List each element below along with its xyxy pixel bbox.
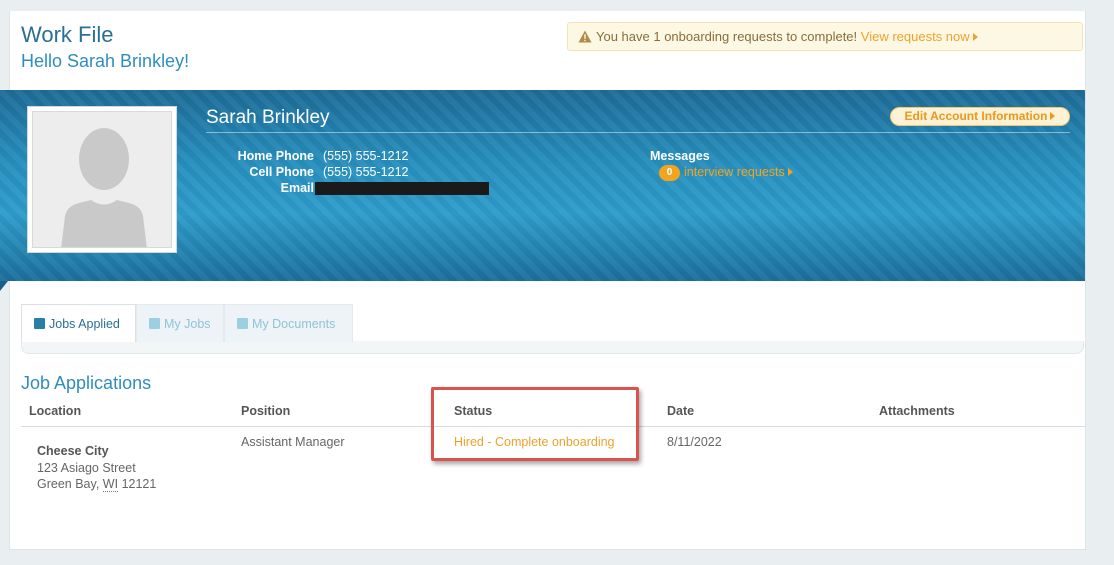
user-silhouette-icon bbox=[61, 128, 147, 247]
messages-label: Messages bbox=[650, 149, 710, 163]
edit-account-button[interactable]: Edit Account Information bbox=[890, 107, 1070, 126]
col-attachments: Attachments bbox=[879, 404, 955, 418]
page-title: Work File bbox=[21, 22, 114, 47]
tab-my-documents[interactable]: My Documents bbox=[224, 304, 353, 342]
tab-square-icon bbox=[34, 318, 45, 329]
alert-message: You have 1 onboarding requests to comple… bbox=[596, 29, 858, 44]
profile-name: Sarah Brinkley bbox=[206, 107, 330, 128]
col-location: Location bbox=[29, 404, 82, 418]
top-strip bbox=[0, 0, 1114, 4]
location-street: 123 Asiago Street bbox=[37, 461, 136, 475]
greeting: Hello Sarah Brinkley! bbox=[21, 51, 190, 71]
caret-right-icon bbox=[972, 33, 978, 41]
tab-square-icon bbox=[149, 318, 160, 329]
interview-requests-link[interactable]: interview requests bbox=[684, 165, 793, 179]
interview-count-badge: 0 bbox=[659, 165, 680, 181]
caret-right-icon bbox=[787, 168, 793, 176]
view-requests-link[interactable]: View requests now bbox=[861, 29, 978, 44]
onboarding-alert: You have 1 onboarding requests to comple… bbox=[567, 22, 1083, 51]
job-applications-title: Job Applications bbox=[21, 373, 152, 393]
warning-icon bbox=[578, 30, 592, 43]
location-city: Green Bay, WI 12121 bbox=[37, 477, 157, 492]
date-value: 8/11/2022 bbox=[667, 435, 722, 449]
email-redacted bbox=[315, 182, 489, 195]
cell-phone-value: (555) 555-1212 bbox=[323, 165, 409, 179]
banner-tail bbox=[0, 281, 8, 291]
status-highlight-box bbox=[431, 387, 639, 461]
cell-phone-label: Cell Phone bbox=[249, 165, 314, 179]
location-name: Cheese City bbox=[37, 444, 109, 458]
home-phone-label: Home Phone bbox=[237, 149, 314, 163]
tab-square-icon bbox=[237, 318, 248, 329]
col-date: Date bbox=[667, 404, 695, 418]
name-divider bbox=[206, 132, 1070, 133]
email-label: Email bbox=[280, 181, 314, 195]
tab-jobs-applied[interactable]: Jobs Applied bbox=[21, 304, 136, 342]
position-value: Assistant Manager bbox=[241, 435, 345, 449]
col-position: Position bbox=[241, 404, 291, 418]
tab-my-jobs[interactable]: My Jobs bbox=[136, 304, 224, 342]
avatar bbox=[27, 106, 177, 253]
home-phone-value: (555) 555-1212 bbox=[323, 149, 409, 163]
caret-right-icon bbox=[1050, 112, 1056, 120]
